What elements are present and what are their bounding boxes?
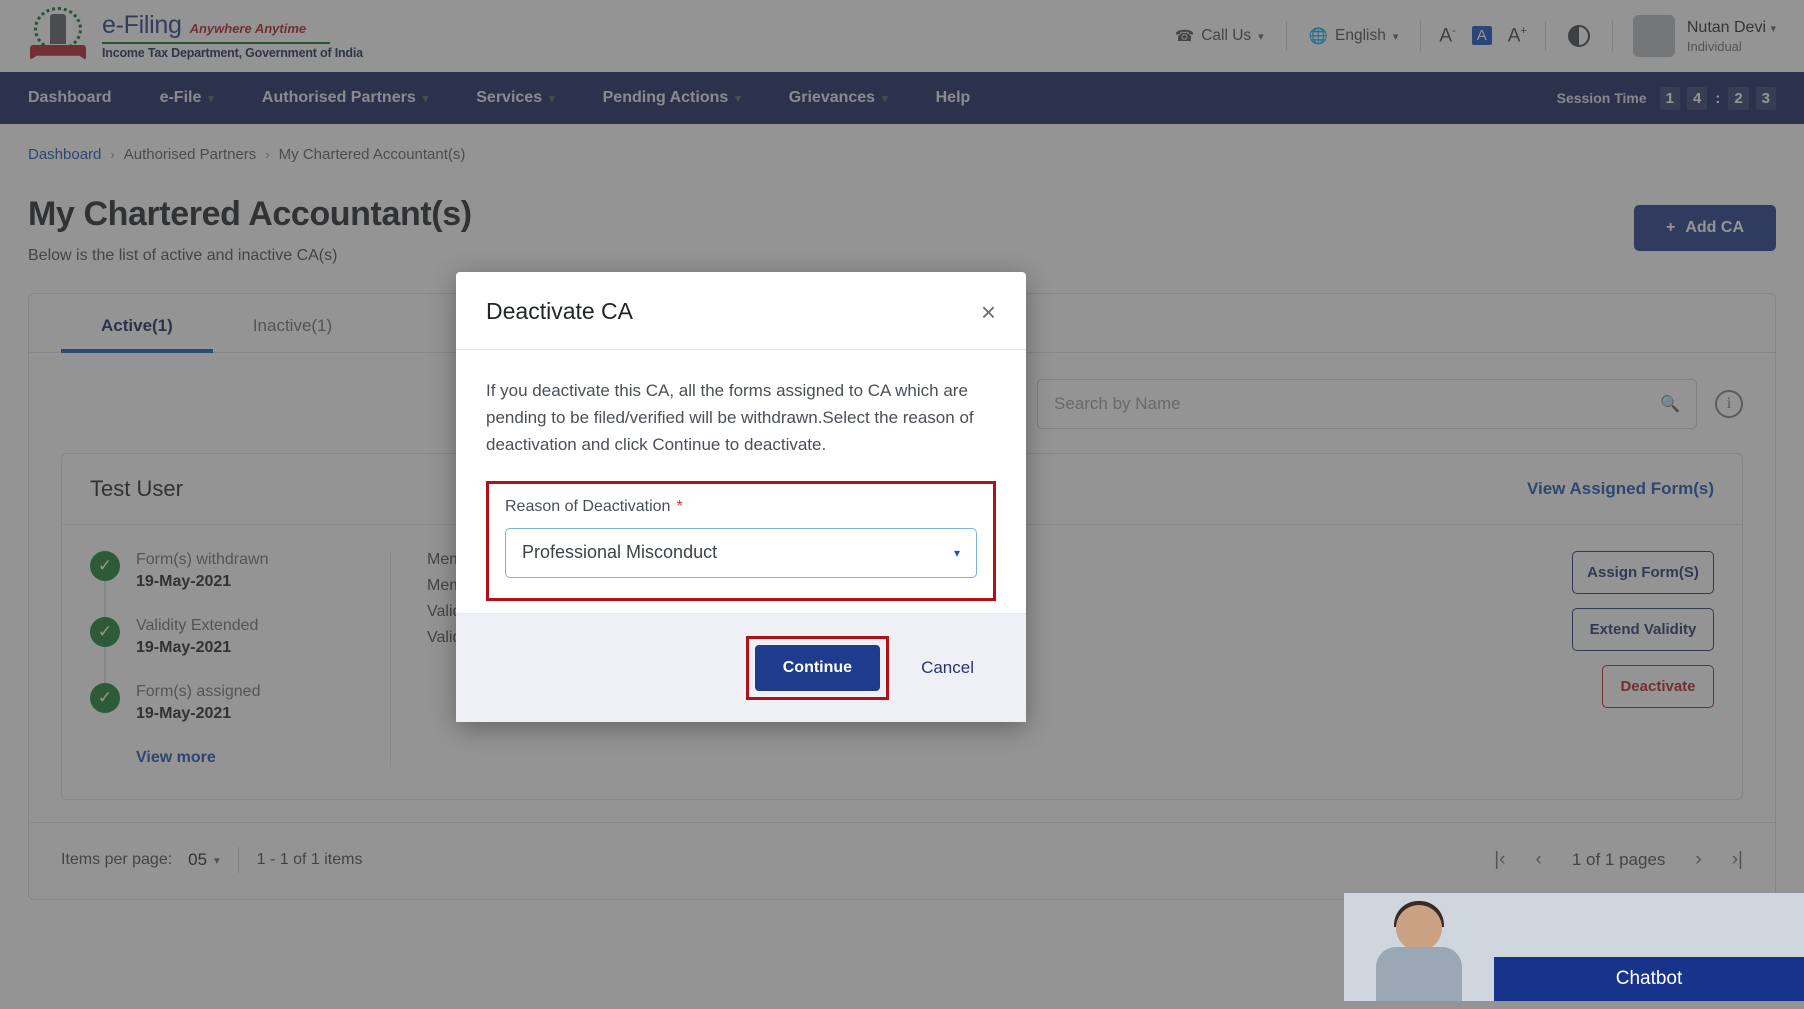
modal-header: Deactivate CA ×	[456, 272, 1026, 350]
app-root: e-Filing Anywhere Anytime Income Tax Dep…	[0, 0, 1804, 1009]
chatbot-person-icon	[1370, 901, 1466, 1001]
deactivate-ca-modal: Deactivate CA × If you deactivate this C…	[456, 272, 1026, 722]
continue-button[interactable]: Continue	[755, 645, 880, 691]
required-marker: *	[676, 498, 682, 515]
chatbot-label: Chatbot	[1616, 968, 1683, 990]
modal-description: If you deactivate this CA, all the forms…	[486, 378, 996, 459]
chevron-down-icon: ▾	[954, 546, 960, 560]
chatbot-label-bar[interactable]: Chatbot	[1494, 957, 1804, 1001]
close-icon[interactable]: ×	[981, 299, 996, 325]
reason-select[interactable]: Professional Misconduct ▾	[505, 528, 977, 578]
reason-field-group: Reason of Deactivation* Professional Mis…	[486, 481, 996, 601]
cancel-button[interactable]: Cancel	[899, 644, 996, 692]
continue-highlight: Continue	[746, 636, 889, 700]
chatbot-widget[interactable]: Chatbot	[1344, 893, 1804, 1001]
modal-footer: Continue Cancel	[456, 613, 1026, 722]
reason-field-label: Reason of Deactivation*	[505, 498, 977, 516]
reason-select-value: Professional Misconduct	[522, 542, 717, 563]
modal-body: If you deactivate this CA, all the forms…	[456, 350, 1026, 613]
modal-title: Deactivate CA	[486, 298, 633, 325]
